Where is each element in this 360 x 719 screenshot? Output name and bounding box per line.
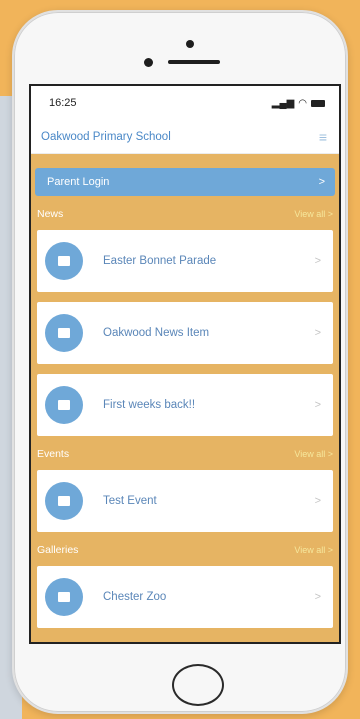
status-icons: ▂▄▆ ◠ [272,98,325,109]
chevron-right-icon: > [314,591,321,603]
parent-login-label: Parent Login [47,176,110,188]
news-item-card[interactable]: First weeks back!! > [37,374,333,436]
status-bar: 16:25 ▂▄▆ ◠ [31,86,339,120]
news-item-title: Easter Bonnet Parade [103,255,217,267]
gallery-item-title: Chester Zoo [103,591,167,603]
front-camera [186,40,194,48]
wifi-icon: ◠ [298,97,307,109]
galleries-view-all-link[interactable]: View all > [294,545,333,555]
home-button[interactable] [172,664,224,706]
event-item-card[interactable]: Test Event > [37,470,333,532]
events-section-header: Events View all > [31,442,339,466]
signal-icon: ▂▄▆ [271,97,295,109]
events-view-all-link[interactable]: View all > [294,449,333,459]
news-view-all-link[interactable]: View all > [294,209,333,219]
gallery-icon [45,578,83,616]
hamburger-menu-icon[interactable]: ≡ [319,130,327,144]
proximity-sensor [144,58,153,67]
chevron-right-icon: > [314,399,321,411]
news-section-title: News [37,208,64,220]
chevron-right-icon: > [314,495,321,507]
news-item-title: Oakwood News Item [103,327,210,339]
event-item-title: Test Event [103,495,157,507]
news-item-card[interactable]: Easter Bonnet Parade > [37,230,333,292]
news-icon [45,242,83,280]
news-icon [45,314,83,352]
earpiece-speaker [168,60,220,64]
galleries-section-header: Galleries View all > [31,538,339,562]
news-section-header: News View all > [31,202,339,226]
chevron-right-icon: > [318,176,325,188]
chevron-right-icon: > [314,255,321,267]
status-time: 16:25 [49,97,77,109]
chevron-right-icon: > [314,327,321,339]
gallery-item-card[interactable]: Chester Zoo > [37,566,333,628]
app-title: Oakwood Primary School [41,130,171,143]
parent-login-button[interactable]: Parent Login > [35,168,335,196]
news-icon [45,386,83,424]
news-item-card[interactable]: Oakwood News Item > [37,302,333,364]
app-screen: 16:25 ▂▄▆ ◠ Oakwood Primary School ≡ Par… [29,84,341,644]
news-item-title: First weeks back!! [103,399,196,411]
battery-icon [311,99,325,107]
app-header: Oakwood Primary School ≡ [31,120,339,154]
galleries-section-title: Galleries [37,544,79,556]
events-section-title: Events [37,448,70,460]
calendar-icon [45,482,83,520]
